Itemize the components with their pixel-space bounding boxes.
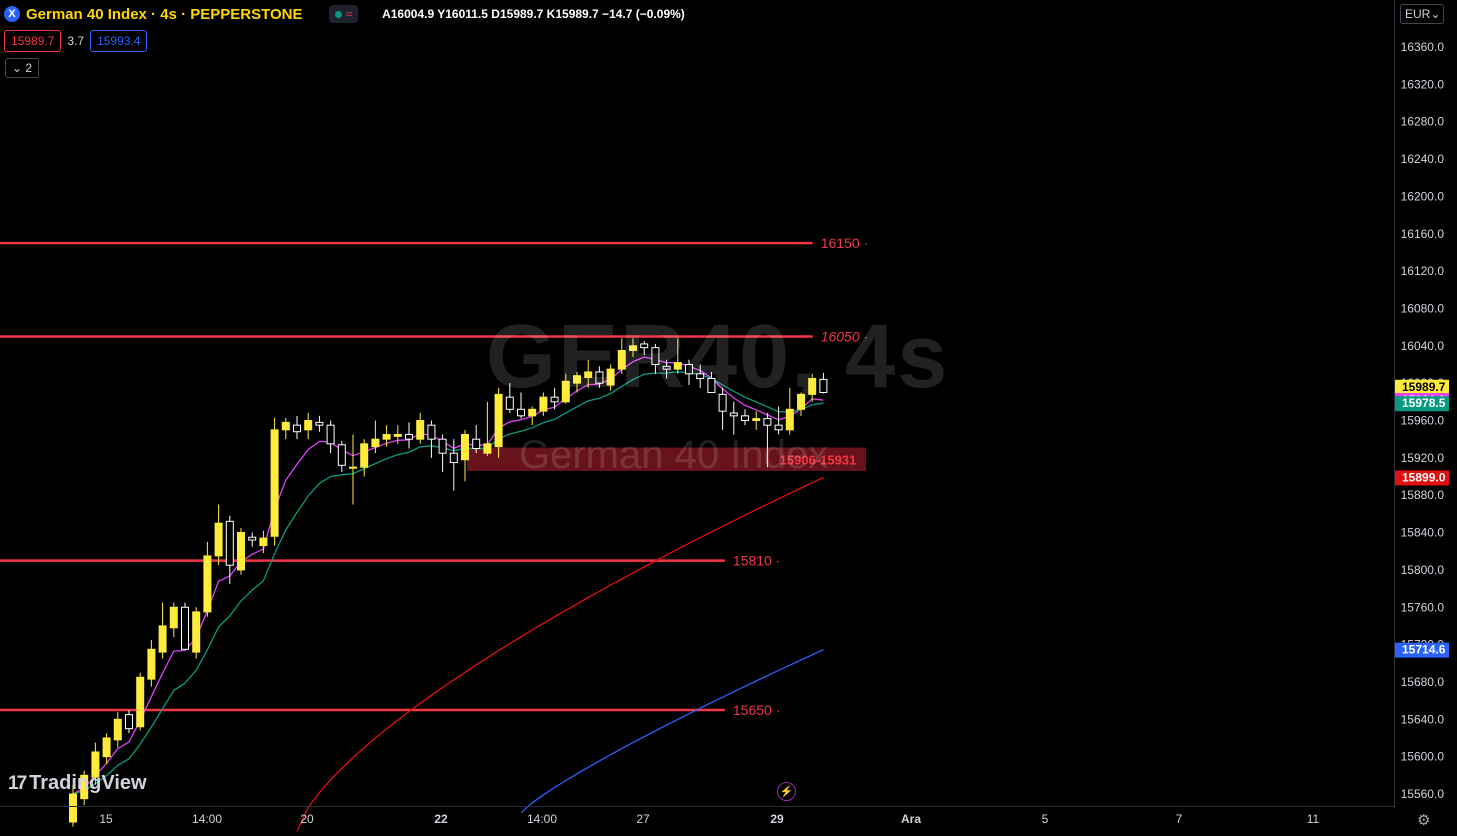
candle-body — [270, 429, 279, 537]
currency-label: EUR — [1405, 7, 1431, 21]
candle-body — [382, 434, 391, 440]
candle-body — [192, 611, 201, 653]
candle-body — [169, 606, 178, 629]
symbol-title[interactable]: German 40 Index · 4s · PEPPERSTONE — [26, 6, 303, 23]
tradingview-logo[interactable]: 17 TradingView — [8, 772, 147, 795]
candle-body — [427, 424, 436, 440]
candle-body — [315, 421, 324, 426]
candle-body — [741, 415, 749, 421]
spread-value: 3.7 — [67, 34, 85, 48]
logo-text: TradingView — [29, 772, 147, 794]
candle-body — [125, 714, 133, 730]
candle-body — [517, 408, 525, 417]
candle-body — [259, 537, 268, 547]
candle-body — [113, 718, 122, 741]
candle-body — [337, 444, 346, 466]
time-axis[interactable] — [0, 806, 1394, 836]
candle-body — [763, 418, 772, 426]
chevron-down-icon: ⌄ — [1430, 7, 1441, 21]
market-open-dot-icon — [334, 10, 342, 18]
candle-body — [181, 606, 189, 650]
candle-body — [438, 438, 447, 454]
ema-slow-line — [296, 476, 824, 832]
candle-body — [393, 434, 402, 437]
ohlc-values: A16004.9 Y16011.5 D15989.7 K15989.7 −14.… — [382, 7, 685, 21]
candle-body — [449, 452, 458, 464]
candle-body — [472, 438, 481, 450]
candle-body — [225, 520, 234, 566]
level-label-16150: 16150 · — [821, 235, 868, 251]
price-chart[interactable]: 15906-1593116150 ·16050 ·15810 ·15650 ·1… — [0, 0, 1457, 835]
indicators-toggle-button[interactable]: ⌄ 2 — [5, 58, 40, 78]
candle-body — [774, 424, 783, 431]
currency-select[interactable]: EUR ⌄ — [1400, 4, 1444, 24]
level-label-15650: 15650 · — [733, 702, 780, 718]
candle-body — [203, 555, 212, 613]
gear-icon[interactable]: ⚙ — [1417, 811, 1430, 829]
tradingview-mark-icon: 17 — [8, 772, 27, 794]
candle-body — [349, 466, 357, 469]
chevron-down-icon: ⌄ — [12, 61, 23, 75]
lightning-icon[interactable]: ⚡ — [777, 782, 796, 801]
indicators-count: 2 — [25, 61, 33, 75]
candle-body — [304, 420, 313, 431]
watermark-symbol: GER40, 4s — [486, 307, 950, 407]
candle-body — [416, 420, 425, 440]
candle-body — [237, 532, 245, 571]
candle-body — [371, 438, 380, 448]
candle-body — [102, 737, 111, 758]
chart-header: X German 40 Index · 4s · PEPPERSTONE ≈ A… — [4, 4, 685, 24]
candle-body — [729, 412, 738, 417]
candle-body — [360, 443, 369, 468]
candle-body — [214, 522, 223, 557]
candle-body — [483, 443, 492, 454]
candle-body — [293, 424, 301, 433]
candle-body — [461, 434, 469, 461]
price-axis[interactable] — [1394, 0, 1457, 808]
candle-body — [136, 676, 145, 728]
ema-fast-line — [72, 356, 824, 795]
candle-body — [326, 424, 335, 445]
market-status[interactable]: ≈ — [328, 5, 359, 23]
candle-body — [752, 418, 761, 422]
symbol-logo-icon[interactable]: X — [4, 6, 20, 22]
candle-body — [785, 408, 794, 431]
candle-body — [405, 434, 413, 440]
level-label-15810: 15810 · — [733, 553, 780, 569]
trade-prices: 15989.7 3.7 15993.4 — [4, 30, 148, 52]
sell-button[interactable]: 15989.7 — [4, 30, 62, 52]
candle-body — [147, 648, 156, 680]
watermark-name: German 40 Index — [519, 433, 829, 477]
candle-body — [248, 536, 257, 541]
buy-button[interactable]: 15993.4 — [90, 30, 148, 52]
wave-icon: ≈ — [345, 7, 353, 21]
candle-body — [281, 421, 290, 431]
candle-body — [528, 408, 537, 417]
candle-body — [158, 625, 167, 653]
